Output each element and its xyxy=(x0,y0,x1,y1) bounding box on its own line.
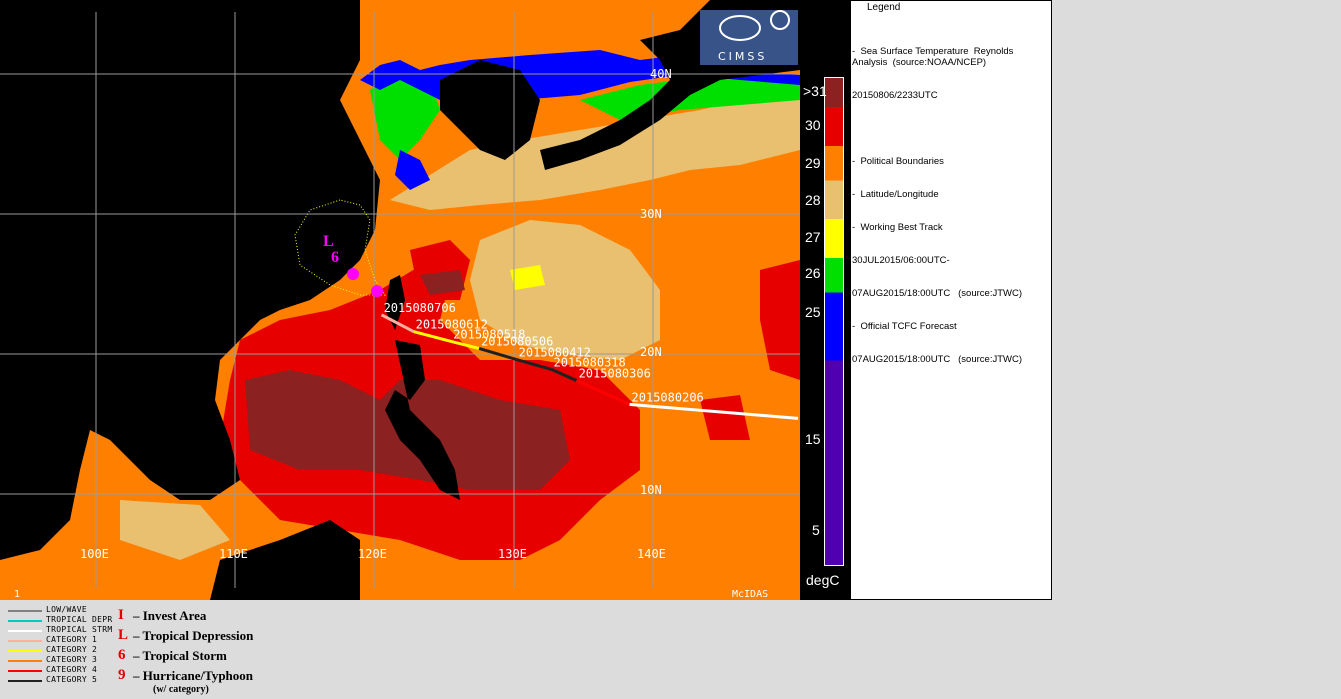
track-point-label: 2015080206 xyxy=(632,390,704,404)
label-category-2: CATEGORY 2 xyxy=(46,645,98,654)
lat-label-40n: 40N xyxy=(650,67,672,81)
label-category-5: CATEGORY 5 xyxy=(46,675,98,684)
legend-entry-forecast-date: 07AUG2015/18:00UTC (source:JTWC) xyxy=(852,354,1023,365)
label-category-3: CATEGORY 3 xyxy=(46,655,98,664)
colorbar-label-28: 28 xyxy=(805,192,821,208)
colorbar-strip xyxy=(824,77,844,566)
legend-entry-best-track: - Working Best Track xyxy=(852,222,943,233)
lat-label-20n: 20N xyxy=(640,345,662,359)
track-point-label: 2015080706 xyxy=(384,301,456,315)
label-tropical-depr: TROPICAL DEPR xyxy=(46,615,113,624)
svg-text:6: 6 xyxy=(331,249,339,266)
swatch-category-4 xyxy=(8,670,42,672)
label-category-1: CATEGORY 1 xyxy=(46,635,98,644)
swatch-category-5 xyxy=(8,680,42,682)
colorbar-label-5: 5 xyxy=(812,522,820,538)
legend-entry-boundaries: - Political Boundaries xyxy=(852,156,944,167)
legend-entry-forecast: - Official TCFC Forecast xyxy=(852,321,957,332)
label-low-wave: LOW/WAVE xyxy=(46,605,87,614)
legend-panel: Legend - Sea Surface Temperature Reynold… xyxy=(850,0,1052,600)
legend-entry-best-track-end: 07AUG2015/18:00UTC (source:JTWC) xyxy=(852,288,1023,299)
swatch-low-wave xyxy=(8,610,42,612)
svg-text:L: L xyxy=(323,233,334,250)
colorbar-label-15: 15 xyxy=(805,431,821,447)
colorbar-unit: degC xyxy=(806,572,840,588)
swatch-category-1 xyxy=(8,640,42,642)
sst-map: 40N 30N 20N 10N 100E 110E 120E 130E 140E… xyxy=(0,0,800,600)
tropical-depression-icon: L xyxy=(118,627,129,643)
legend-entry-sst: - Sea Surface Temperature Reynolds Analy… xyxy=(852,46,1016,68)
legend-entry-best-track-start: 30JUL2015/06:00UTC- xyxy=(852,255,950,266)
swatch-category-3 xyxy=(8,660,42,662)
category-note: (w/ category) xyxy=(153,684,209,695)
track-point-label: 2015080306 xyxy=(579,367,651,381)
cimss-logo: CIMSS xyxy=(700,10,798,65)
lon-label-120e: 120E xyxy=(358,547,387,561)
colorbar-label-30: 30 xyxy=(805,117,821,133)
colorbar-label-27: 27 xyxy=(805,229,821,245)
invest-area-icon: I xyxy=(118,607,124,623)
lon-label-100e: 100E xyxy=(80,547,109,561)
legend-entry-blank xyxy=(852,123,1048,134)
lat-label-30n: 30N xyxy=(640,207,662,221)
swatch-tropical-strm xyxy=(8,630,42,632)
legend-body: - Sea Surface Temperature Reynolds Analy… xyxy=(852,24,1048,387)
lon-label-130e: 130E xyxy=(498,547,527,561)
frame-number: 1 xyxy=(14,589,20,600)
label-category-4: CATEGORY 4 xyxy=(46,665,98,674)
swatch-category-2 xyxy=(8,650,42,652)
tropical-storm-icon: 6 xyxy=(118,647,126,663)
legend-title: Legend xyxy=(867,2,901,13)
colorbar-label-25: 25 xyxy=(805,304,821,320)
colorbar-label-31plus: >31 xyxy=(803,83,827,99)
tropical-storm-label: – Tropical Storm xyxy=(133,648,227,663)
hurricane-typhoon-label: – Hurricane/Typhoon xyxy=(133,668,254,683)
lon-label-110e: 110E xyxy=(219,547,248,561)
invest-area-label: – Invest Area xyxy=(133,608,207,623)
legend-entry-sst-date: 20150806/2233UTC xyxy=(852,90,938,101)
lon-label-140e: 140E xyxy=(637,547,666,561)
lat-label-10n: 10N xyxy=(640,483,662,497)
hurricane-typhoon-icon: 9 xyxy=(118,667,126,683)
label-tropical-strm: TROPICAL STRM xyxy=(46,625,113,634)
cimss-logo-text: CIMSS xyxy=(718,50,767,63)
colorbar-label-29: 29 xyxy=(805,155,821,171)
tropical-depression-label: – Tropical Depression xyxy=(133,628,254,643)
mcidas-label: McIDAS xyxy=(732,589,768,600)
swatch-tropical-depr xyxy=(8,620,42,622)
sst-colorbar: >31 30 29 28 27 26 25 15 5 degC xyxy=(800,0,850,600)
legend-entry-latlon: - Latitude/Longitude xyxy=(852,189,939,200)
colorbar-label-26: 26 xyxy=(805,265,821,281)
